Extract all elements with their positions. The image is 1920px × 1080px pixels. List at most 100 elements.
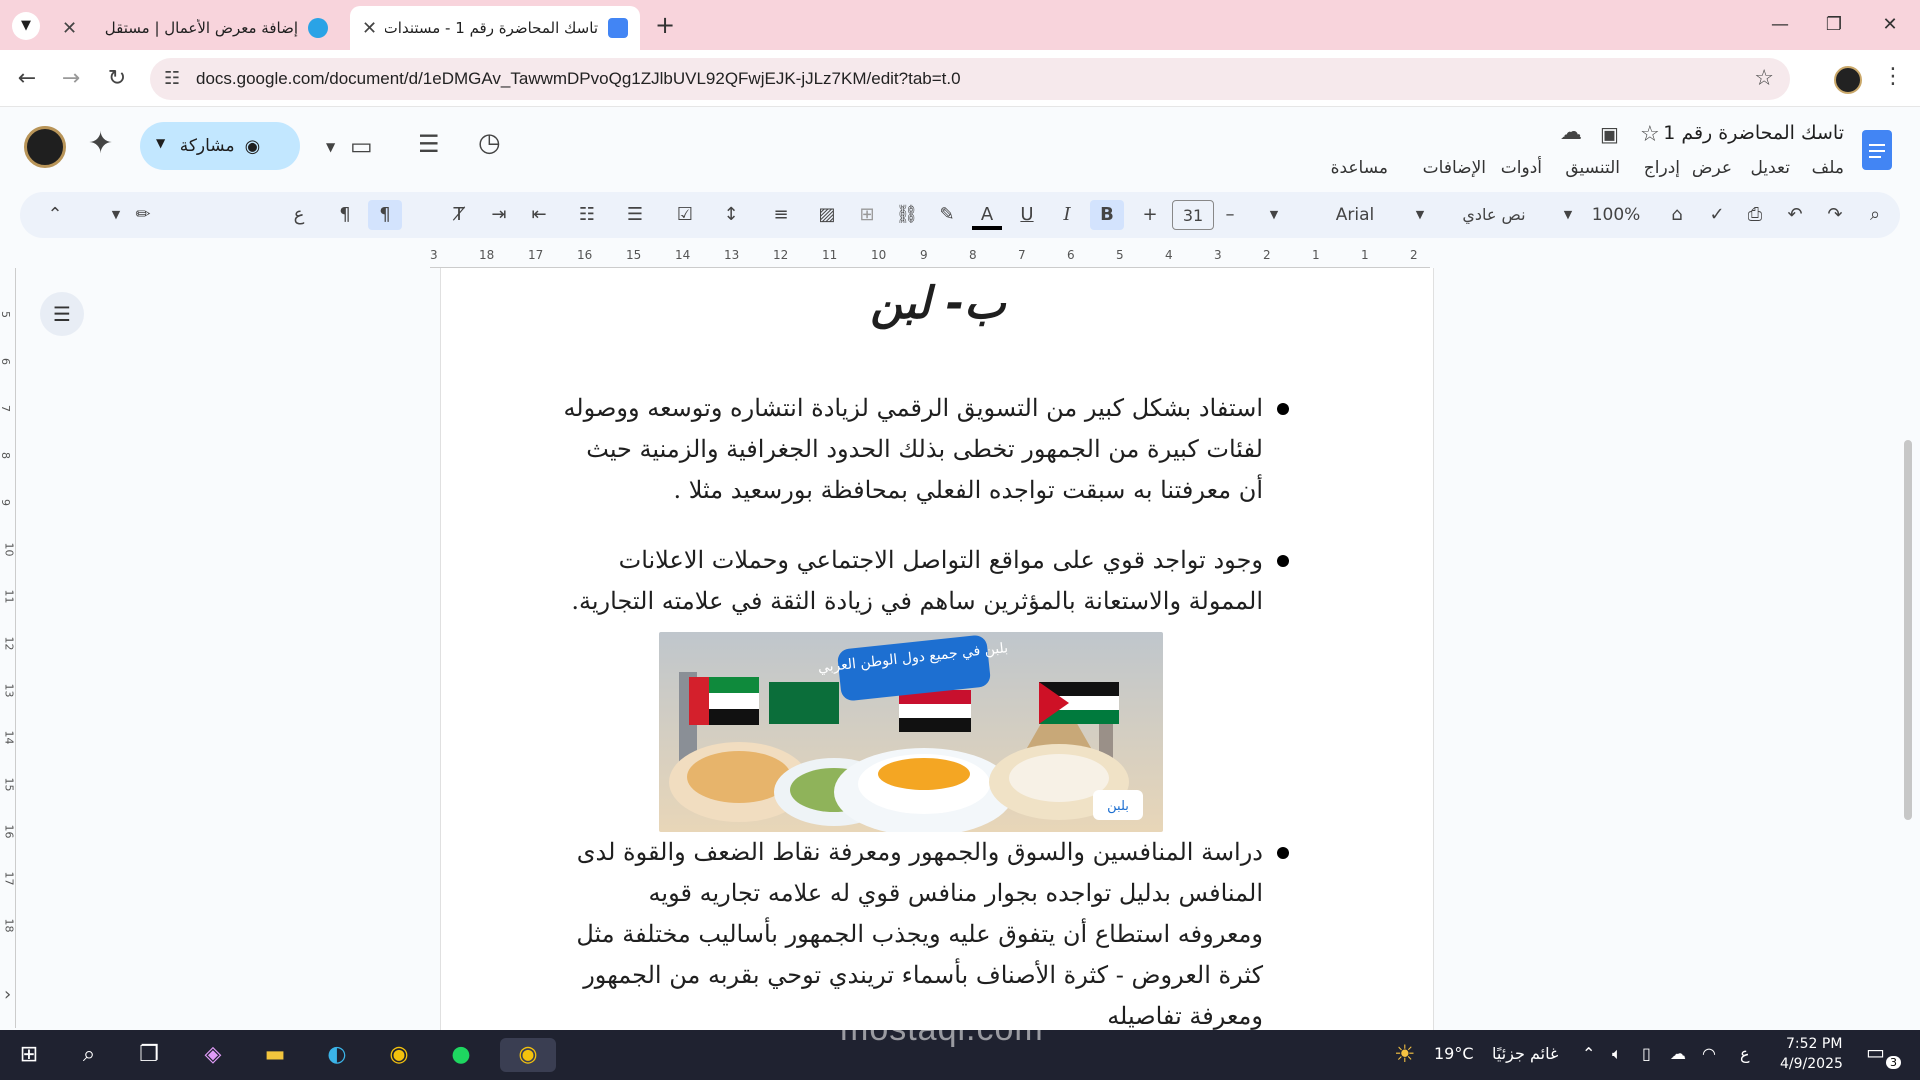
paragraph-style-select[interactable]: نص عادي — [1444, 200, 1544, 230]
profile-avatar[interactable] — [1834, 66, 1862, 94]
print-icon[interactable]: ⎙ — [1742, 200, 1768, 230]
menu-insert[interactable]: إدراج — [1644, 158, 1680, 178]
tray-chevron-icon[interactable]: ⌃ — [1582, 1044, 1595, 1063]
style-dropdown-icon[interactable]: ▼ — [1410, 200, 1430, 230]
tab-search-chevron-icon[interactable]: ▼ — [12, 12, 40, 40]
notifications-icon[interactable]: ▭ — [1866, 1040, 1885, 1064]
indent-increase-icon[interactable]: ⇥ — [484, 200, 514, 230]
font-dropdown-icon[interactable]: ▼ — [1264, 200, 1284, 230]
chrome-icon[interactable]: ◉ — [380, 1038, 418, 1072]
rtl-text-icon[interactable]: ¶ — [368, 200, 402, 230]
battery-icon[interactable]: ▯ — [1642, 1044, 1651, 1063]
search-menus-icon[interactable]: ⌕ — [1862, 200, 1888, 230]
image-insert-icon[interactable]: ▨ — [812, 200, 842, 230]
vertical-scrollbar[interactable] — [1904, 440, 1912, 820]
tab-google-docs[interactable]: تاسك المحاضرة رقم 1 - مستندات ✕ — [350, 6, 640, 50]
menu-addons[interactable]: الإضافات — [1423, 158, 1486, 178]
window-close-icon[interactable]: ✕ — [1870, 10, 1910, 40]
meet-camera-icon[interactable]: ▭ — [350, 132, 373, 160]
highlight-icon[interactable]: ✎ — [932, 200, 962, 230]
zoom-select[interactable]: 100% — [1588, 200, 1644, 230]
list-item[interactable]: دراسة المنافسين والسوق والجمهور ومعرفة ن… — [563, 832, 1289, 1037]
version-history-icon[interactable]: ◷ — [478, 128, 501, 158]
weather-temp[interactable]: 19°C — [1434, 1044, 1474, 1063]
editing-mode-icon[interactable]: ✏ — [128, 200, 158, 230]
copilot-icon[interactable]: ◈ — [194, 1038, 232, 1072]
site-info-icon[interactable]: ☷ — [164, 68, 180, 89]
bulleted-list-icon[interactable]: ☰ — [620, 200, 650, 230]
indent-decrease-icon[interactable]: ⇤ — [524, 200, 554, 230]
paint-format-icon[interactable]: ⌂ — [1664, 200, 1690, 230]
menu-edit[interactable]: تعديل — [1751, 158, 1790, 178]
omnibox[interactable]: ☷ docs.google.com/document/d/1eDMGAv_Taw… — [150, 58, 1790, 100]
weather-icon[interactable]: ☀ — [1394, 1040, 1416, 1068]
menu-help[interactable]: مساعدة — [1331, 158, 1388, 178]
forward-icon[interactable]: → — [56, 64, 86, 94]
chrome-profile-icon[interactable]: ◉ — [500, 1038, 556, 1072]
font-select[interactable]: Arial — [1320, 200, 1390, 230]
clock-time[interactable]: 7:52 PM — [1786, 1036, 1842, 1052]
spellcheck-icon[interactable]: ✓ — [1704, 200, 1730, 230]
move-folder-icon[interactable]: ▣ — [1600, 122, 1619, 146]
comment-add-icon[interactable]: ⊞ — [852, 200, 882, 230]
gemini-sparkle-icon[interactable]: ✦ — [88, 126, 113, 161]
task-view-icon[interactable]: ❐ — [130, 1038, 168, 1072]
share-button[interactable]: ◉ مشاركة ▼ — [140, 122, 300, 170]
volume-icon[interactable]: 🔈︎ — [1612, 1044, 1622, 1064]
comments-icon[interactable]: ☰ — [418, 130, 440, 158]
font-size-increase-button[interactable]: + — [1138, 200, 1162, 230]
horizontal-ruler[interactable]: 2 1 1 2 3 4 5 6 7 8 9 10 11 12 13 14 15 16 17 18 3 — [430, 246, 1430, 268]
onedrive-icon[interactable]: ☁ — [1670, 1044, 1686, 1063]
document-title[interactable]: تاسك المحاضرة رقم 1 — [1663, 122, 1844, 144]
document-image[interactable]: بلبن في جميع دول الوطن العربي بلبن — [659, 632, 1163, 832]
clock-date[interactable]: 4/9/2025 — [1780, 1056, 1843, 1072]
tab-close-icon[interactable]: ✕ — [62, 18, 77, 39]
tab-close-icon[interactable]: ✕ — [362, 18, 377, 39]
share-dropdown-icon[interactable]: ▼ — [156, 136, 165, 150]
language-indicator[interactable]: ع — [1740, 1044, 1750, 1063]
list-item[interactable]: وجود تواجد قوي على مواقع التواصل الاجتما… — [563, 540, 1289, 622]
document-page[interactable]: ب- لبن استفاد بشكل كبير من التسويق الرقم… — [440, 268, 1434, 1030]
restore-icon[interactable]: ❐ — [1814, 10, 1854, 40]
font-size-input[interactable]: 31 — [1172, 200, 1214, 230]
clear-formatting-icon[interactable]: Ⱦ — [444, 200, 474, 230]
line-spacing-icon[interactable]: ↕ — [716, 200, 746, 230]
underline-button[interactable]: U — [1012, 200, 1042, 230]
font-size-decrease-button[interactable]: – — [1218, 200, 1242, 230]
menu-view[interactable]: عرض — [1692, 158, 1732, 178]
edge-icon[interactable]: ◐ — [318, 1038, 356, 1072]
menu-file[interactable]: ملف — [1812, 158, 1844, 178]
undo-icon[interactable]: ↶ — [1782, 200, 1808, 230]
vertical-ruler[interactable]: 5 6 7 8 9 10 11 12 13 14 15 16 17 18 — [0, 268, 16, 1028]
editing-mode-dropdown-icon[interactable]: ▼ — [106, 200, 126, 230]
document-outline-icon[interactable]: ☰ — [40, 292, 84, 336]
account-avatar[interactable] — [24, 126, 66, 168]
numbered-list-icon[interactable]: ☷ — [572, 200, 602, 230]
wifi-icon[interactable]: ◠ — [1702, 1044, 1716, 1063]
checklist-icon[interactable]: ☑ — [670, 200, 700, 230]
bookmark-star-icon[interactable]: ☆ — [1754, 66, 1774, 91]
text-color-button[interactable]: A — [972, 200, 1002, 230]
meet-dropdown-icon[interactable]: ▼ — [326, 140, 335, 154]
reload-icon[interactable]: ↻ — [102, 64, 132, 94]
ltr-text-icon[interactable]: ¶ — [330, 200, 360, 230]
list-item[interactable]: استفاد بشكل كبير من التسويق الرقمي لزياد… — [563, 388, 1289, 511]
menu-format[interactable]: التنسيق — [1565, 158, 1620, 178]
redo-icon[interactable]: ↷ — [1822, 200, 1848, 230]
search-icon[interactable]: ⌕ — [70, 1038, 108, 1072]
spotify-icon[interactable]: ● — [442, 1038, 480, 1072]
browser-menu-icon[interactable]: ⋮ — [1882, 64, 1904, 89]
back-icon[interactable]: ← — [12, 64, 42, 94]
docs-logo-icon[interactable] — [1862, 130, 1892, 170]
bold-button[interactable]: B — [1090, 200, 1124, 230]
link-icon[interactable]: ⛓ — [892, 200, 922, 230]
weather-description[interactable]: غائم جزئيًا — [1492, 1044, 1558, 1063]
minimize-icon[interactable]: — — [1760, 10, 1800, 40]
italic-button[interactable]: I — [1052, 200, 1082, 230]
side-panel-expand-icon[interactable]: › — [4, 984, 11, 1005]
windows-start-icon[interactable]: ⊞ — [10, 1038, 48, 1072]
input-tools-icon[interactable]: ع — [284, 200, 314, 230]
new-tab-button[interactable]: + — [650, 10, 680, 40]
cloud-saved-icon[interactable]: ☁ — [1560, 120, 1582, 145]
star-icon[interactable]: ☆ — [1640, 122, 1660, 147]
